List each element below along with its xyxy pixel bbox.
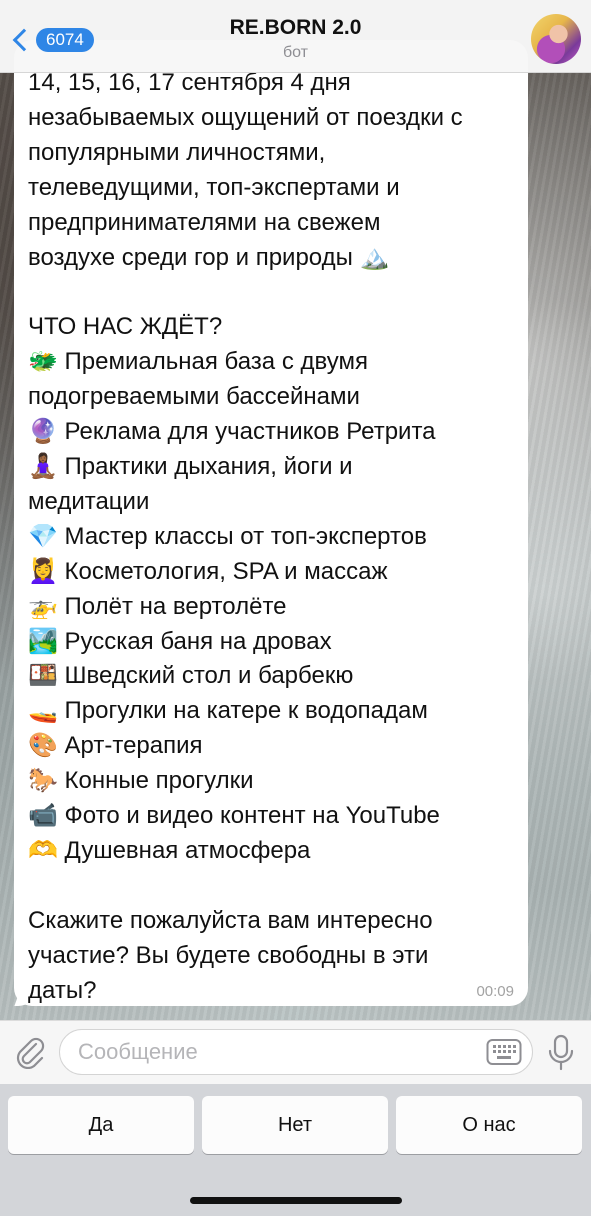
home-indicator[interactable]: [190, 1197, 402, 1204]
message-text: 14, 15, 16, 17 сентября 4 дня незабываем…: [28, 69, 463, 1004]
reply-keyboard: Да Нет О нас: [0, 1084, 591, 1216]
input-bar: [0, 1020, 591, 1085]
avatar[interactable]: [531, 14, 581, 64]
chat-header: 6074 RE.BORN 2.0 бот: [0, 0, 591, 73]
message-bubble[interactable]: 14, 15, 16, 17 сентября 4 дня незабываем…: [14, 40, 528, 1006]
message-input[interactable]: [59, 1029, 533, 1075]
reply-button-no[interactable]: Нет: [202, 1096, 388, 1154]
message-time: 00:09: [476, 983, 514, 1000]
reply-button-about[interactable]: О нас: [396, 1096, 582, 1154]
microphone-icon[interactable]: [546, 1033, 576, 1073]
paperclip-icon[interactable]: [14, 1035, 46, 1069]
reply-button-yes[interactable]: Да: [8, 1096, 194, 1154]
keyboard-icon[interactable]: [486, 1037, 522, 1067]
chat-subtitle: бот: [282, 44, 309, 61]
chat-title[interactable]: RE.BORN 2.0: [0, 16, 591, 40]
